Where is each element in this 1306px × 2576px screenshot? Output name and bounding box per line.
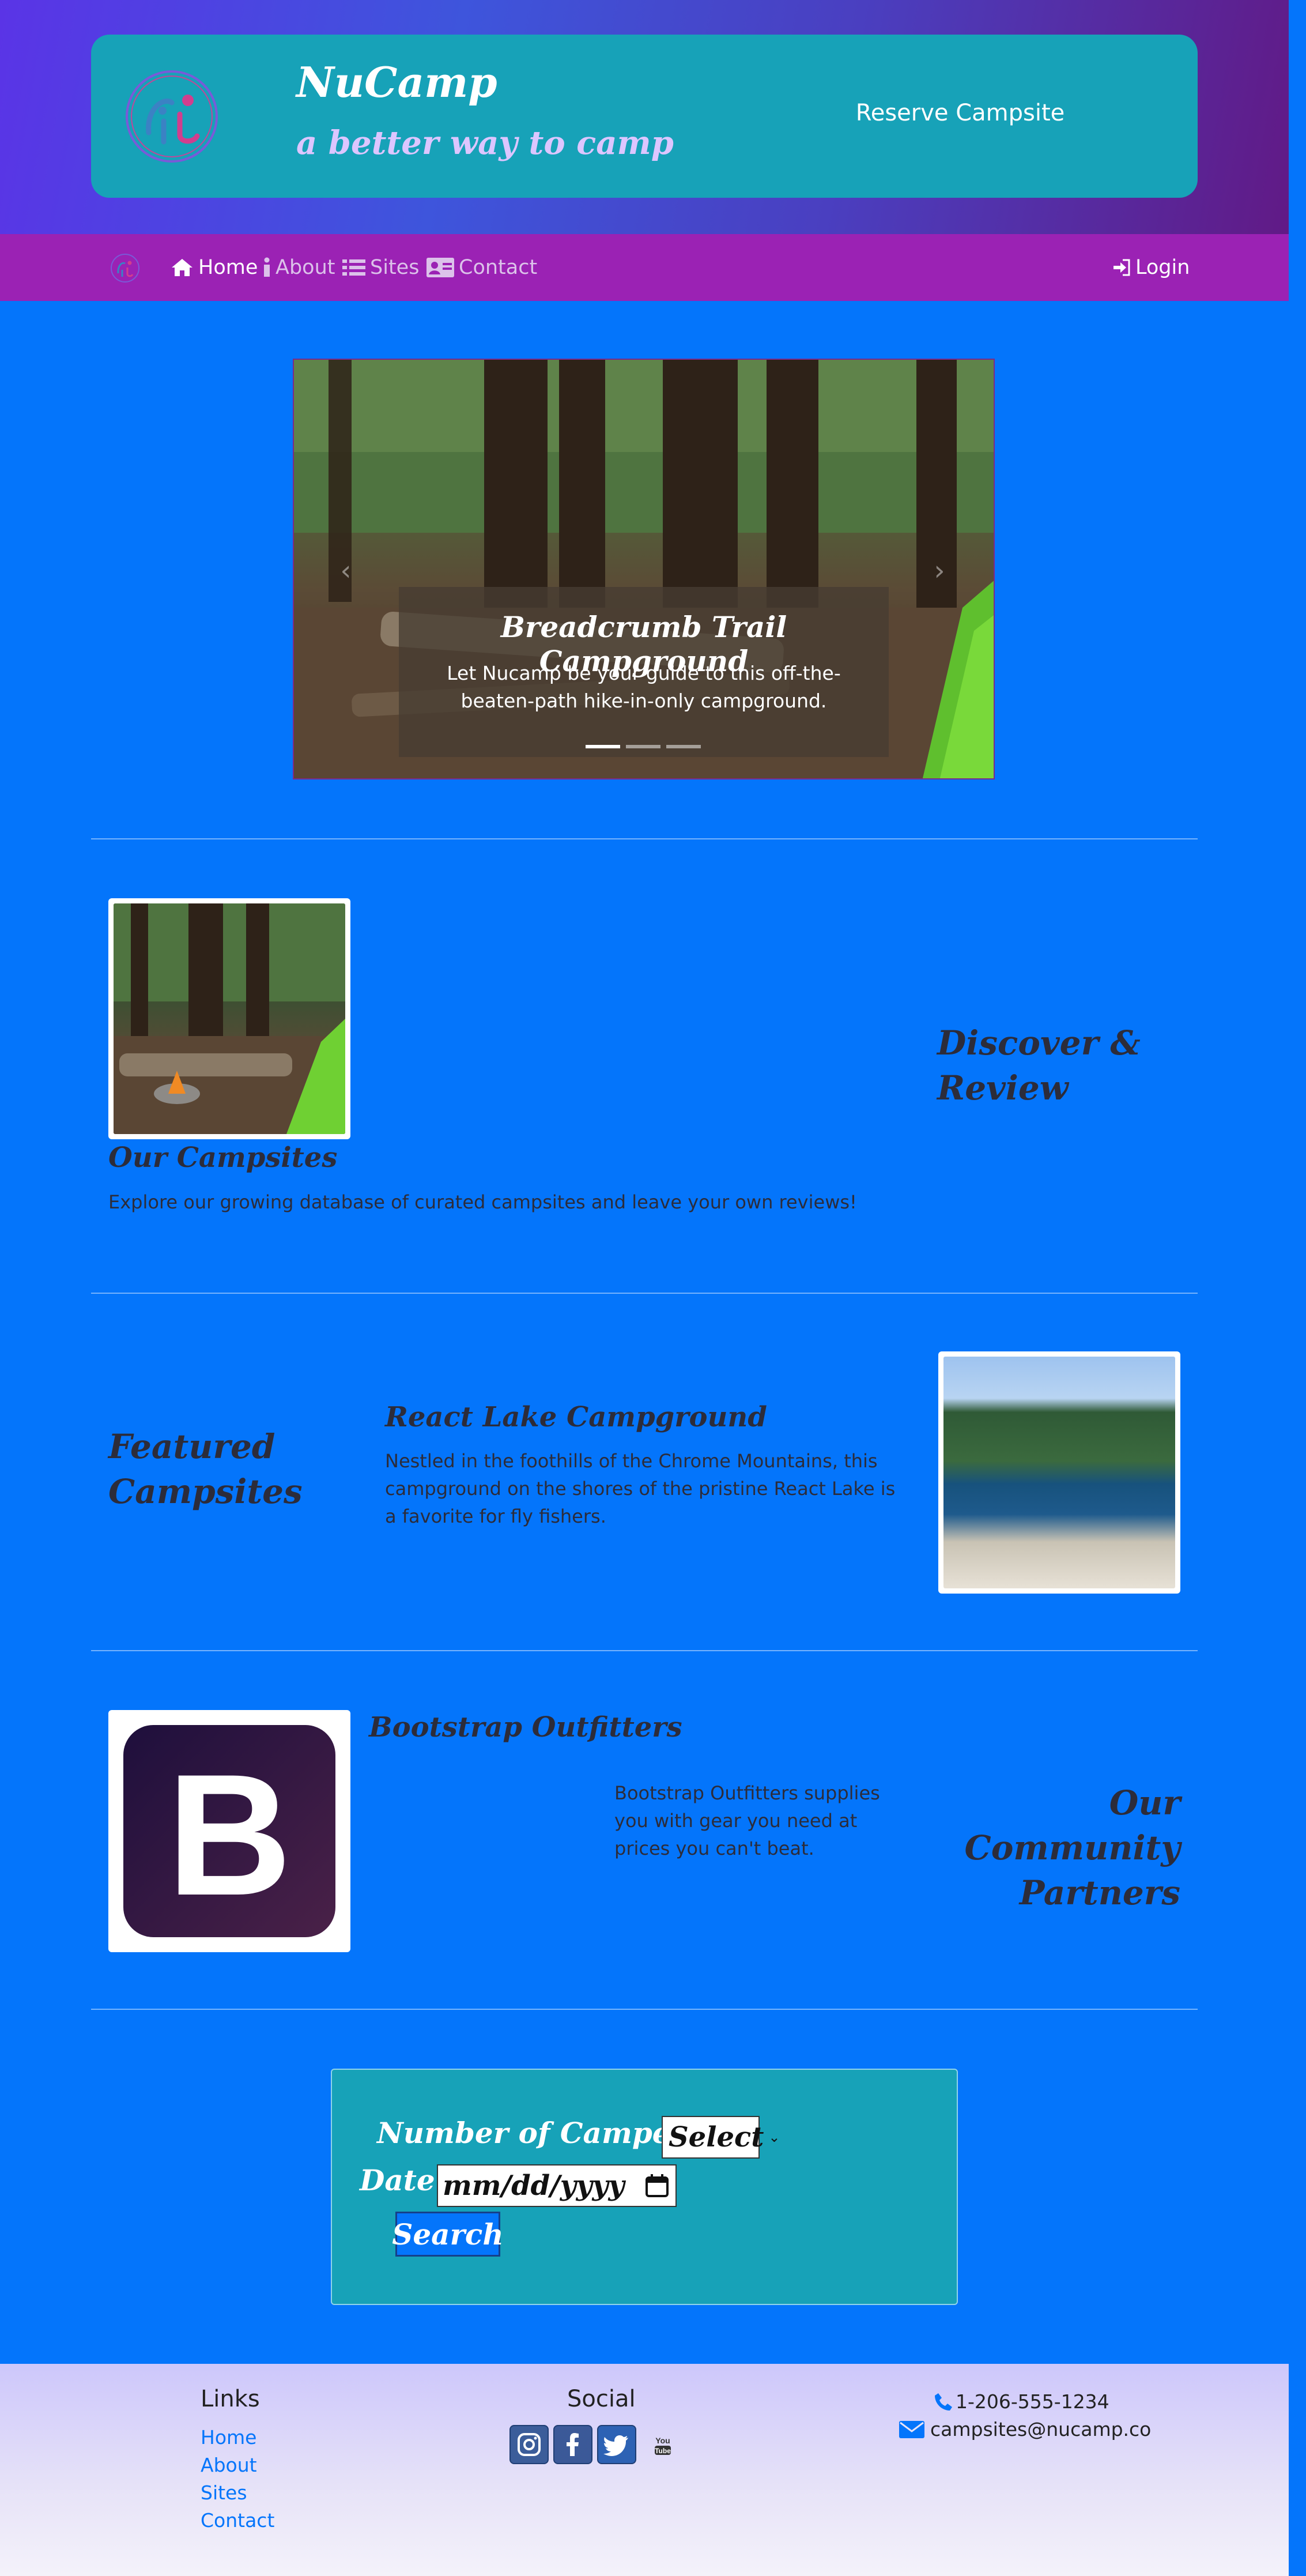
carousel-indicator[interactable]	[666, 745, 701, 748]
twitter-icon[interactable]	[597, 2425, 636, 2464]
partner-title: Bootstrap Outfitters	[369, 1711, 682, 1743]
reserve-campsite-button[interactable]: Reserve Campsite	[851, 92, 1070, 134]
campers-select[interactable]: Select ⌄	[662, 2116, 780, 2159]
date-placeholder: mm/dd/yyyy	[443, 2170, 625, 2202]
search-button[interactable]: Search	[392, 2212, 504, 2257]
footer-phone[interactable]: 1-206-555-1234	[934, 2390, 1109, 2413]
address-card-icon	[426, 258, 454, 277]
date-label: Date	[360, 2163, 435, 2197]
carousel-indicator[interactable]	[626, 745, 660, 748]
bootstrap-logo: B	[108, 1710, 350, 1952]
phone-number: 1-206-555-1234	[956, 2390, 1109, 2413]
svg-text:Tube: Tube	[655, 2447, 671, 2455]
section-divider	[91, 1650, 1198, 1651]
footer-link-home[interactable]: Home	[201, 2426, 256, 2449]
nav-label: Contact	[459, 256, 538, 279]
calendar-icon[interactable]	[644, 2173, 670, 2198]
section-divider	[91, 1293, 1198, 1294]
section-divider	[91, 2009, 1198, 2010]
chevron-down-icon: ⌄	[768, 2129, 780, 2145]
bootstrap-letter: B	[167, 1738, 292, 1931]
react-lake-thumbnail	[938, 1351, 1180, 1594]
navbar-logo[interactable]	[110, 253, 141, 284]
brand-name: NuCamp	[296, 58, 497, 107]
discover-review-heading: Discover & Review	[937, 1023, 1141, 1108]
nucamp-logo	[123, 68, 220, 165]
community-partners-heading: Our Community Partners	[964, 1783, 1180, 1912]
nav-label: Sites	[370, 256, 420, 279]
phone-icon	[935, 2393, 952, 2411]
nav-item-sites[interactable]: Sites	[342, 254, 419, 281]
carousel-caption-text: Let Nucamp be your guide to this off-the…	[447, 662, 841, 712]
campsites-description: Explore our growing database of curated …	[108, 1191, 857, 1213]
carousel-indicator[interactable]	[586, 745, 620, 748]
login-label: Login	[1135, 256, 1190, 279]
scrollbar-track[interactable]	[1289, 2364, 1306, 2576]
nav-label: Home	[198, 256, 258, 279]
partner-description: Bootstrap Outfitters supplies you with g…	[614, 1782, 880, 1859]
carousel-prev-button[interactable]: ‹	[329, 553, 363, 588]
campsite-thumbnail	[108, 898, 350, 1139]
featured-campsites-heading: Featured Campsites	[108, 1427, 303, 1511]
carousel-next-button[interactable]: ›	[922, 553, 957, 588]
info-icon	[264, 257, 270, 277]
footer-link-contact[interactable]: Contact	[201, 2509, 274, 2532]
svg-text:You: You	[655, 2436, 670, 2445]
footer-email[interactable]: campsites@nucamp.co	[899, 2418, 1151, 2441]
footer-links-heading: Links	[201, 2386, 260, 2412]
footer-link-about[interactable]: About	[201, 2454, 257, 2476]
section-divider	[91, 838, 1198, 839]
featured-campsite-title: React Lake Campground	[385, 1401, 767, 1433]
login-link[interactable]: Login	[1112, 254, 1190, 281]
sign-in-icon	[1114, 259, 1130, 276]
nav-label: About	[275, 256, 335, 279]
list-icon	[342, 259, 365, 276]
nav-item-contact[interactable]: Contact	[426, 254, 537, 281]
nav-item-home[interactable]: Home	[171, 254, 258, 281]
campers-select-value: Select	[669, 2121, 764, 2153]
campsites-heading: Our Campsites	[108, 1142, 338, 1174]
footer-link-sites[interactable]: Sites	[201, 2481, 247, 2504]
email-address: campsites@nucamp.co	[930, 2418, 1152, 2441]
campers-label: Number of Campers	[377, 2116, 703, 2150]
footer-social-heading: Social	[567, 2386, 636, 2412]
youtube-icon[interactable]: You Tube	[651, 2434, 674, 2457]
brand-tagline: a better way to camp	[296, 124, 674, 162]
home-icon	[172, 259, 192, 276]
date-input[interactable]: mm/dd/yyyy	[437, 2164, 677, 2207]
instagram-icon[interactable]	[509, 2425, 549, 2464]
featured-campsite-description: Nestled in the foothills of the Chrome M…	[385, 1450, 896, 1527]
facebook-icon[interactable]	[553, 2425, 592, 2464]
nav-item-about[interactable]: About	[263, 254, 335, 281]
envelope-icon	[899, 2420, 924, 2438]
